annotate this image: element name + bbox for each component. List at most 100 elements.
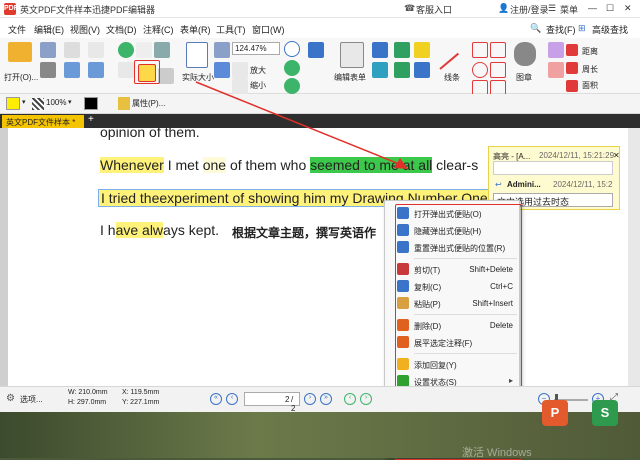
perimeter-icon[interactable] [566, 62, 578, 74]
cut-icon[interactable] [64, 42, 80, 58]
pencil-icon[interactable] [548, 42, 564, 58]
zoom-in-label[interactable]: 放大 [250, 65, 266, 76]
user-icon[interactable]: 👤 [498, 3, 509, 14]
stamp-icon[interactable] [514, 42, 536, 66]
tab-document[interactable]: 英文PDF文件样本 * [2, 115, 84, 128]
vertical-scrollbar[interactable] [628, 128, 640, 386]
menu-tools[interactable]: 工具(T) [216, 23, 246, 36]
client-service-link[interactable]: 客服入口 [416, 3, 452, 16]
stamp-label[interactable]: 图章 [516, 72, 532, 83]
register-login-link[interactable]: 注册/登录 [510, 3, 549, 16]
page-input[interactable]: 2 / 2 [244, 392, 300, 413]
new-tab-button[interactable]: + [88, 114, 94, 125]
ellipse-icon[interactable] [472, 62, 488, 78]
menu-form[interactable]: 表单(R) [180, 23, 211, 36]
opacity-value[interactable]: 100% [46, 98, 66, 107]
annotation-tool-icon[interactable] [158, 68, 174, 84]
spreadsheet-app-icon[interactable]: S [592, 400, 618, 426]
text-box-icon[interactable] [372, 42, 388, 58]
close-button[interactable]: ✕ [624, 3, 632, 14]
prev-page-icon[interactable]: ‹ [226, 393, 238, 405]
gear-icon[interactable]: ⚙ [6, 393, 15, 404]
menu-edit[interactable]: 编辑(E) [34, 23, 64, 36]
opacity-icon[interactable] [32, 98, 44, 110]
rotate-icon[interactable] [284, 60, 300, 76]
menu-view[interactable]: 视图(V) [70, 23, 100, 36]
zoom-in-icon[interactable] [284, 41, 300, 57]
color-dropdown-icon[interactable]: ▾ [22, 98, 26, 106]
first-page-icon[interactable]: « [210, 393, 222, 405]
highlight-box-note-tool [134, 60, 160, 84]
copy-icon[interactable] [64, 62, 80, 78]
menu-document[interactable]: 文档(D) [106, 23, 137, 36]
distance-icon[interactable] [566, 44, 578, 56]
highlight-text-icon[interactable] [394, 42, 410, 58]
typewriter-icon[interactable] [308, 42, 324, 58]
cloud-icon[interactable] [490, 62, 506, 78]
annotation-note-field[interactable] [493, 161, 613, 175]
highlight-always[interactable]: ave alw [115, 222, 164, 238]
print-icon[interactable] [40, 62, 56, 78]
x-readout: X: 119.5mm [122, 389, 160, 396]
menu-comment[interactable]: 注释(C) [143, 23, 174, 36]
fill-color-swatch[interactable] [6, 97, 20, 110]
menu-bar: 文件 编辑(E) 视图(V) 文档(D) 注释(C) 表单(R) 工具(T) 窗… [0, 18, 640, 38]
area-icon[interactable] [566, 80, 578, 92]
select-text-icon[interactable] [118, 62, 134, 78]
polygon-2-icon[interactable] [490, 42, 506, 58]
redo-icon[interactable] [88, 62, 104, 78]
last-page-icon[interactable]: » [320, 393, 332, 405]
distance-label[interactable]: 距离 [582, 46, 598, 57]
hand-tool-icon[interactable] [136, 42, 152, 58]
fit-page-icon[interactable] [214, 42, 230, 58]
annotation-close-button[interactable]: ✕ [613, 151, 620, 160]
perimeter-label[interactable]: 周长 [582, 64, 598, 75]
minimize-button[interactable]: — [588, 3, 597, 13]
reply-icon: ↩ [495, 180, 502, 189]
advanced-search-icon[interactable]: ⊞ [578, 23, 586, 34]
line-color-swatch[interactable] [84, 97, 98, 110]
reply-date: 2024/12/11, 15:2 [553, 180, 613, 189]
snapshot-icon[interactable] [154, 42, 170, 58]
area-label[interactable]: 面积 [582, 80, 598, 91]
polygon-icon[interactable] [472, 42, 488, 58]
sticky-note-icon[interactable] [414, 42, 430, 58]
back-icon[interactable] [118, 42, 134, 58]
properties-button[interactable]: 属性(P)... [132, 98, 165, 109]
edit-form-icon[interactable] [340, 42, 364, 68]
menu-link[interactable]: 菜单 [560, 3, 578, 16]
annotation-date: 2024/12/11, 15:21:29 [539, 151, 615, 160]
lines-label[interactable]: 线条 [444, 72, 460, 83]
advanced-search-link[interactable]: 高级查找 [592, 23, 628, 36]
zoom-input[interactable]: 124.47% [232, 42, 280, 55]
undo-icon[interactable] [88, 42, 104, 58]
save-icon[interactable] [40, 42, 56, 58]
powerpoint-app-icon[interactable]: P [542, 400, 568, 426]
go-forward-icon[interactable]: › [360, 393, 372, 405]
reply-author: Admini... [507, 180, 541, 189]
line-tool-icon[interactable] [439, 52, 460, 70]
open-label[interactable]: 打开(O)... [4, 72, 38, 83]
menu-icon[interactable]: ☰ [548, 3, 556, 14]
tab-label: 英文PDF文件样本 * [6, 118, 76, 127]
doc-chinese-text: 根据文章主题，撰写英语作 [232, 226, 377, 240]
actual-size-icon[interactable] [186, 42, 208, 68]
headset-icon[interactable]: ☎ [404, 3, 415, 14]
next-page-icon[interactable]: › [304, 393, 316, 405]
search-link[interactable]: 查找(F) [546, 23, 576, 36]
doc-line-0: opinion of them. [100, 128, 200, 140]
search-icon[interactable]: 🔍 [530, 23, 541, 34]
opacity-dropdown-icon[interactable]: ▾ [68, 98, 72, 106]
go-back-icon[interactable]: ‹ [344, 393, 356, 405]
pointer-arrow [195, 81, 408, 169]
menu-file[interactable]: 文件 [8, 23, 26, 36]
properties-icon[interactable] [118, 97, 130, 110]
app-logo: PDF [4, 3, 18, 15]
eraser-icon[interactable] [548, 62, 564, 78]
open-folder-icon[interactable] [8, 42, 32, 62]
width-readout: W: 210.0mm [68, 389, 108, 396]
options-button[interactable]: 选项... [20, 394, 43, 405]
maximize-button[interactable]: ☐ [606, 3, 614, 14]
highlight-whenever[interactable]: Whenever [100, 157, 164, 173]
menu-window[interactable]: 窗口(W) [252, 23, 285, 36]
